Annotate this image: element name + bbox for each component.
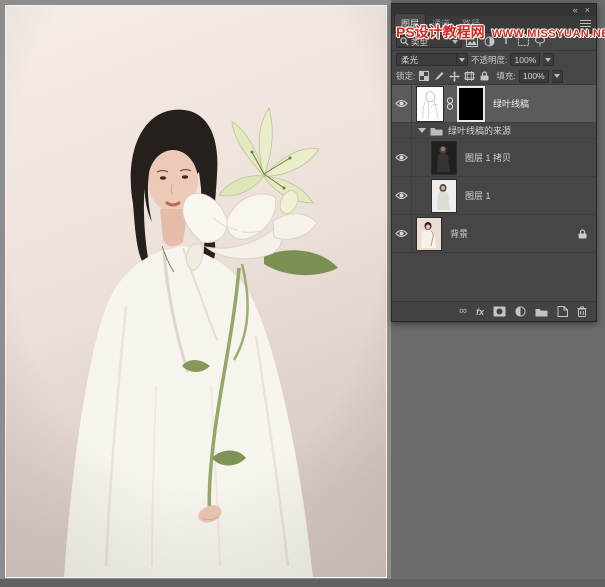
screenshot-root: « × 图层 通道 路径 类型: [0, 0, 605, 587]
layer-row-background[interactable]: 背景: [392, 215, 596, 253]
photo-illustration: [6, 6, 386, 577]
mask-link-icon[interactable]: [444, 97, 455, 110]
lock-pixels-icon[interactable]: [433, 70, 445, 82]
group-expand-icon[interactable]: [418, 128, 426, 133]
visibility-toggle[interactable]: [392, 177, 412, 214]
layer-name: 图层 1: [465, 189, 596, 202]
layers-list: 绿叶线稿 绿叶线稿的来源: [392, 85, 596, 301]
folder-icon: [430, 126, 443, 136]
visibility-toggle[interactable]: [392, 139, 412, 176]
opacity-value[interactable]: 100%: [510, 53, 540, 66]
layers-list-empty-area: [392, 253, 596, 301]
blend-mode-row: 柔光 不透明度: 100%: [392, 51, 596, 68]
photo-frame: [0, 0, 391, 587]
collapse-panel-icon[interactable]: «: [573, 6, 578, 15]
layer-row-luyexiangao[interactable]: 绿叶线稿: [392, 85, 596, 123]
group-name: 绿叶线稿的来源: [448, 124, 596, 137]
layer-row-layer1[interactable]: 图层 1: [392, 177, 596, 215]
photo-of-woman-with-lilies: [6, 6, 386, 577]
opacity-label: 不透明度:: [471, 54, 507, 66]
group-row-source[interactable]: 绿叶线稿的来源: [392, 123, 596, 139]
new-adjustment-layer-icon[interactable]: [515, 306, 526, 317]
chevron-down-icon: [456, 54, 467, 65]
eye-icon: [395, 229, 408, 238]
layers-panel: « × 图层 通道 路径 类型: [391, 3, 597, 322]
visibility-toggle-off[interactable]: [392, 123, 412, 138]
layer-thumbnail-dark[interactable]: [431, 141, 457, 175]
fill-dropdown-icon[interactable]: [552, 70, 563, 83]
layer-row-layer1-copy[interactable]: 图层 1 拷贝: [392, 139, 596, 177]
lock-all-icon[interactable]: [478, 70, 490, 82]
eye-icon: [395, 153, 408, 162]
layer-name: 图层 1 拷贝: [465, 151, 596, 164]
layer-name: 绿叶线稿: [493, 97, 596, 110]
layer-thumbnail-sketch[interactable]: [416, 86, 444, 122]
fill-value[interactable]: 100%: [519, 70, 549, 83]
blend-mode-select[interactable]: 柔光: [396, 53, 468, 66]
lock-artboard-icon[interactable]: [463, 70, 475, 82]
layer-style-fx-icon[interactable]: fx: [476, 307, 484, 317]
watermark: PS设计教程网 WWW.MISSYUAN.NET: [396, 22, 605, 42]
link-layers-icon[interactable]: ∞: [459, 306, 467, 317]
visibility-toggle[interactable]: [392, 215, 412, 252]
lock-transparency-icon[interactable]: [418, 70, 430, 82]
add-layer-mask-icon[interactable]: [493, 306, 506, 317]
close-panel-icon[interactable]: ×: [585, 6, 590, 15]
eye-icon: [395, 191, 408, 200]
new-group-icon[interactable]: [535, 307, 548, 317]
layer-thumbnail-photo[interactable]: [416, 217, 442, 251]
watermark-site-name: PS设计教程网: [396, 22, 485, 42]
delete-layer-icon[interactable]: [577, 306, 587, 317]
lock-row: 锁定: 填充: 100%: [392, 68, 596, 85]
visibility-toggle[interactable]: [392, 85, 412, 122]
new-layer-icon[interactable]: [557, 306, 568, 317]
fill-label: 填充:: [496, 70, 515, 82]
layer-name: 背景: [450, 227, 578, 240]
panel-bottom-toolbar: ∞ fx: [392, 301, 596, 321]
background-lock-icon: [578, 229, 587, 239]
lock-label: 锁定:: [396, 70, 415, 82]
layer-thumbnail-light[interactable]: [431, 179, 457, 213]
layer-mask-thumbnail-black[interactable]: [457, 86, 485, 122]
watermark-url: WWW.MISSYUAN.NET: [492, 28, 605, 40]
opacity-dropdown-icon[interactable]: [543, 53, 554, 66]
blend-mode-value: 柔光: [401, 54, 456, 66]
eye-icon: [395, 99, 408, 108]
bottom-edge-strip: [0, 579, 605, 587]
lock-position-icon[interactable]: [448, 70, 460, 82]
